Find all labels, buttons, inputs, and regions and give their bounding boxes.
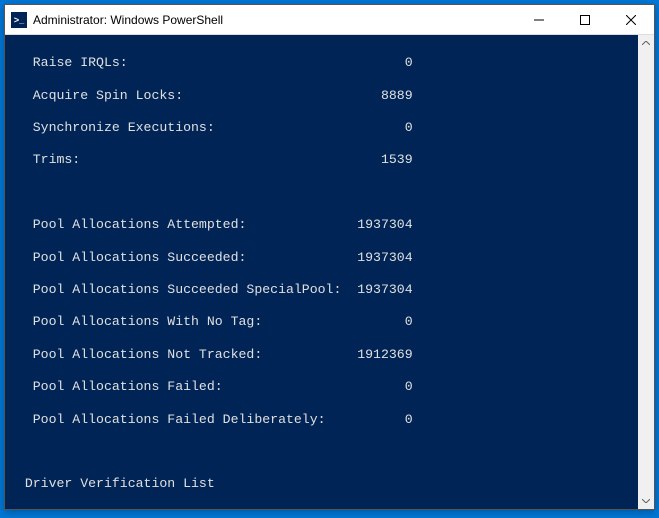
stat-label: Synchronize Executions: (9, 120, 357, 136)
stat-label: Acquire Spin Locks: (9, 88, 357, 104)
maximize-button[interactable] (562, 5, 608, 34)
close-icon (626, 15, 636, 25)
pool-row: Pool Allocations Failed Deliberately: 0 (9, 412, 638, 428)
stat-value: 0 (357, 55, 412, 71)
terminal-output[interactable]: Raise IRQLs: 0 Acquire Spin Locks: 8889 … (5, 35, 638, 509)
pool-label: Pool Allocations Failed: (9, 379, 357, 395)
minimize-button[interactable] (516, 5, 562, 34)
stat-row: Trims: 1539 (9, 152, 638, 168)
pool-value: 1937304 (357, 250, 412, 266)
pool-label: Pool Allocations Succeeded SpecialPool: (9, 282, 357, 298)
titlebar[interactable]: >_ Administrator: Windows PowerShell (5, 5, 654, 35)
stat-row: Acquire Spin Locks: 8889 (9, 88, 638, 104)
pool-label: Pool Allocations Succeeded: (9, 250, 357, 266)
pool-value: 1937304 (357, 217, 412, 233)
close-button[interactable] (608, 5, 654, 34)
stat-row: Synchronize Executions: 0 (9, 120, 638, 136)
powershell-window: >_ Administrator: Windows PowerShell Rai… (4, 4, 655, 510)
pool-value: 0 (357, 314, 412, 330)
scroll-down-button[interactable] (638, 493, 654, 509)
pool-label: Pool Allocations Failed Deliberately: (9, 412, 357, 428)
pool-row: Pool Allocations Succeeded SpecialPool: … (9, 282, 638, 298)
blank-line (9, 444, 638, 460)
powershell-icon: >_ (11, 12, 27, 28)
pool-row: Pool Allocations Failed: 0 (9, 379, 638, 395)
pool-row: Pool Allocations Attempted: 1937304 (9, 217, 638, 233)
maximize-icon (580, 15, 590, 25)
chevron-up-icon (642, 41, 650, 45)
minimize-icon (534, 15, 544, 25)
blank-line (9, 185, 638, 201)
pool-row: Pool Allocations Succeeded: 1937304 (9, 250, 638, 266)
stat-label: Raise IRQLs: (9, 55, 357, 71)
stat-value: 8889 (357, 88, 412, 104)
pool-value: 0 (357, 379, 412, 395)
stat-value: 0 (357, 120, 412, 136)
pool-label: Pool Allocations With No Tag: (9, 314, 357, 330)
pool-value: 1937304 (357, 282, 412, 298)
stat-row: Raise IRQLs: 0 (9, 55, 638, 71)
terminal-area: Raise IRQLs: 0 Acquire Spin Locks: 8889 … (5, 35, 654, 509)
window-title: Administrator: Windows PowerShell (33, 13, 516, 27)
pool-value: 1912369 (357, 347, 412, 363)
window-controls (516, 5, 654, 34)
scroll-up-button[interactable] (638, 35, 654, 51)
pool-value: 0 (357, 412, 412, 428)
stat-value: 1539 (357, 152, 412, 168)
chevron-down-icon (642, 499, 650, 503)
section-header: Driver Verification List (9, 476, 638, 492)
pool-label: Pool Allocations Not Tracked: (9, 347, 357, 363)
scrollbar[interactable] (638, 35, 654, 509)
stat-label: Trims: (9, 152, 357, 168)
pool-row: Pool Allocations With No Tag: 0 (9, 314, 638, 330)
pool-label: Pool Allocations Attempted: (9, 217, 357, 233)
pool-row: Pool Allocations Not Tracked: 1912369 (9, 347, 638, 363)
